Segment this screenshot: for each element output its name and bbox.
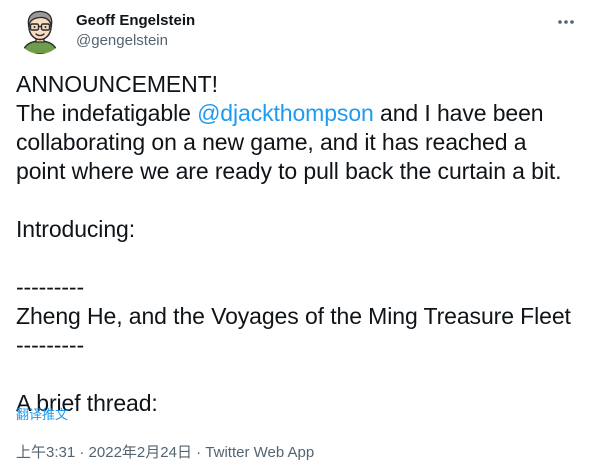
tweet-card: Geoff Engelstein @gengelstein ANNOUNCEME…: [0, 0, 596, 471]
tweet-header: Geoff Engelstein @gengelstein: [16, 6, 580, 58]
tweet-line-5: Introducing:: [16, 216, 135, 242]
tweet-line-1: ANNOUNCEMENT!: [16, 71, 218, 97]
tweet-divider-top: ---------: [16, 274, 85, 300]
tweet-line-2-end: and I have been: [373, 100, 544, 126]
tweet-line-2-start: The indefatigable: [16, 100, 198, 126]
tweet-line-4: point where we are ready to pull back th…: [16, 158, 562, 184]
more-options-button[interactable]: [552, 8, 580, 36]
tweet-line-3: collaborating on a new game, and it has …: [16, 129, 527, 155]
tweet-line-thread: A brief thread:: [16, 390, 158, 416]
author-display-name[interactable]: Geoff Engelstein: [76, 11, 195, 30]
author-names: Geoff Engelstein @gengelstein: [76, 11, 195, 50]
meta-separator: ·: [191, 444, 206, 461]
tweet-game-title: Zheng He, and the Voyages of the Ming Tr…: [16, 303, 571, 329]
tweet-date[interactable]: 2022年2月24日: [89, 444, 192, 461]
avatar[interactable]: [16, 6, 64, 54]
tweet-text: ANNOUNCEMENT! The indefatigable @djackth…: [16, 70, 586, 418]
tweet-source[interactable]: Twitter Web App: [205, 444, 314, 461]
mention-link[interactable]: @djackthompson: [197, 100, 374, 126]
avatar-portrait-icon: [16, 6, 64, 54]
translate-tweet-link[interactable]: 翻译推文: [16, 407, 68, 424]
author-handle[interactable]: @gengelstein: [76, 31, 195, 50]
tweet-divider-bottom: ---------: [16, 332, 85, 358]
meta-separator: ·: [75, 444, 89, 461]
tweet-metadata: 上午3:31 · 2022年2月24日 · Twitter Web App: [16, 443, 314, 462]
tweet-time[interactable]: 上午3:31: [16, 444, 75, 461]
tweet-line-2: The indefatigable @djackthompson and I h…: [16, 99, 586, 128]
more-horizontal-icon: [558, 20, 574, 24]
